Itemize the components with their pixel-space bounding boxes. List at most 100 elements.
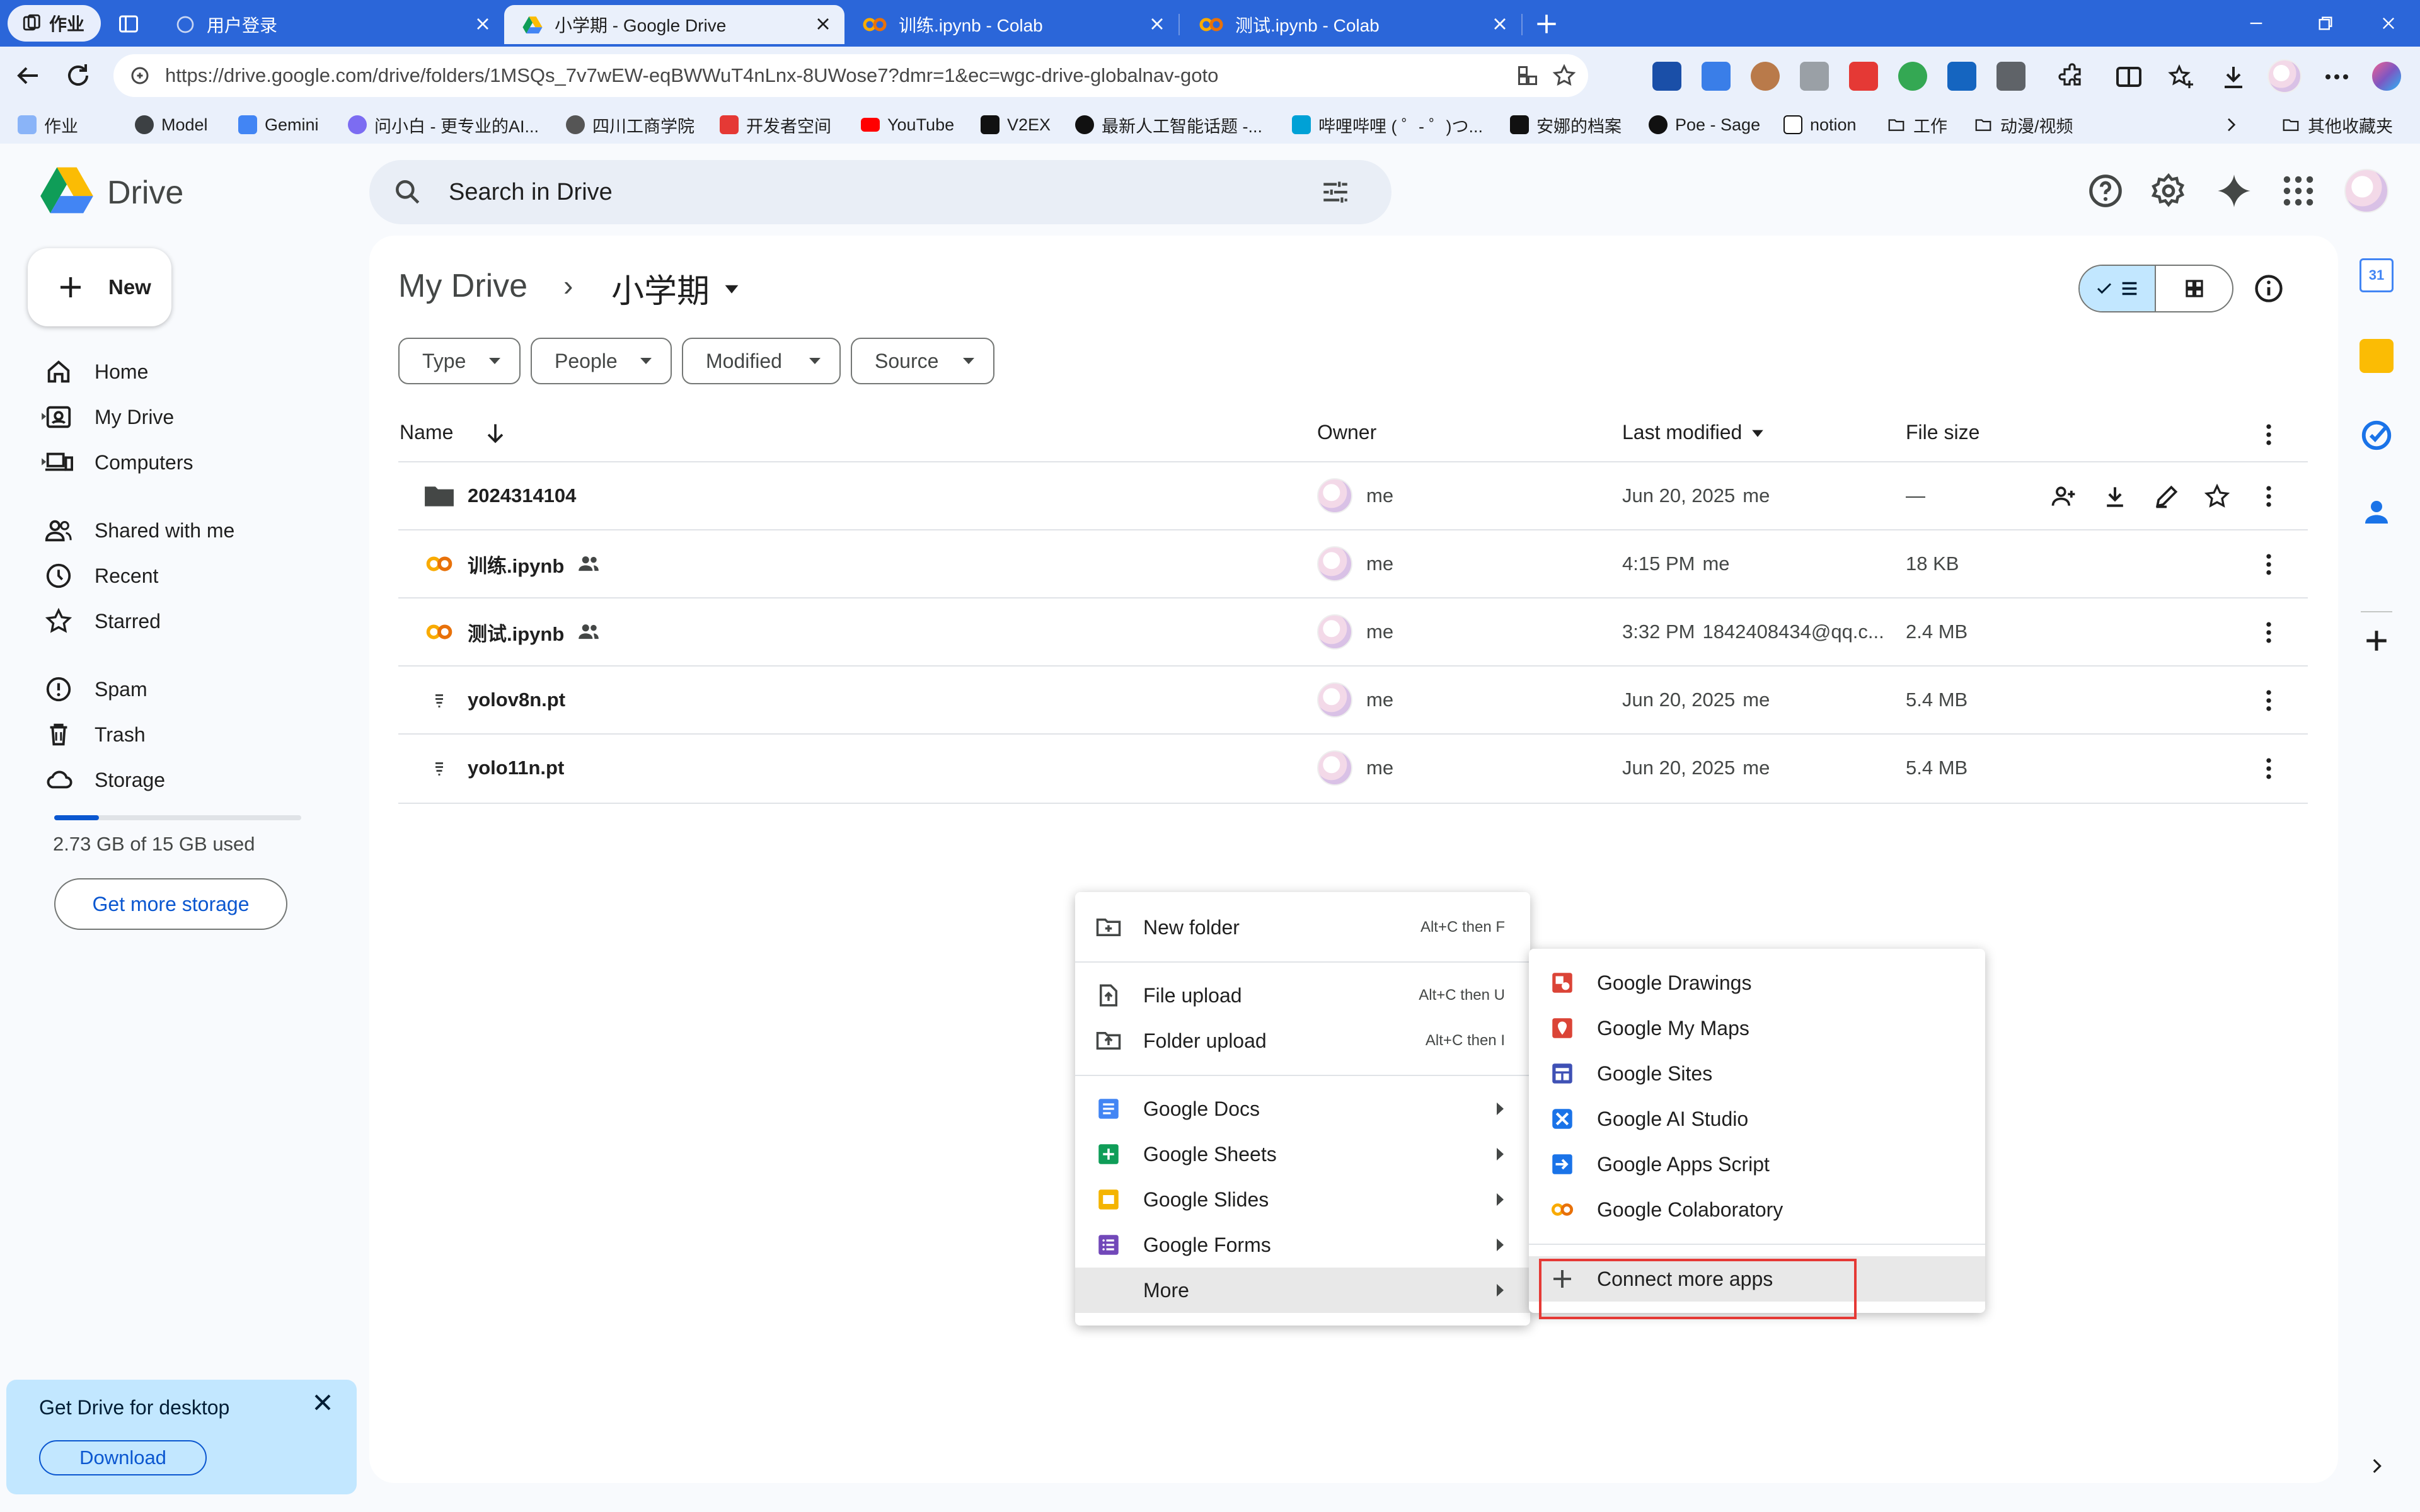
menu-item-google-ai-studio[interactable]: Google AI Studio — [1529, 1096, 1985, 1142]
more-menu-icon[interactable] — [2322, 62, 2352, 92]
nav-computers[interactable]: Computers — [44, 442, 193, 483]
bookmark-item[interactable]: V2EX — [981, 112, 1051, 137]
calendar-icon[interactable]: 31 — [2360, 258, 2394, 292]
filter-people[interactable]: People — [531, 338, 672, 384]
column-header-file-size[interactable]: File size — [1906, 421, 1979, 444]
address-bar[interactable]: https://drive.google.com/drive/folders/1… — [113, 54, 1588, 97]
close-tab-icon[interactable] — [1490, 14, 1510, 34]
other-bookmarks[interactable]: 其他收藏夹 — [2281, 112, 2393, 137]
profile-avatar[interactable] — [2267, 59, 2302, 93]
extension-2-icon[interactable] — [1702, 62, 1731, 91]
bookmark-item[interactable]: 安娜的档案 — [1510, 112, 1622, 137]
more-vert-icon[interactable] — [2255, 755, 2283, 782]
sort-arrow-down-icon[interactable] — [480, 420, 510, 447]
file-row[interactable]: yolov8n.pt me Jun 20, 2025 me 5.4 MB — [398, 667, 2308, 733]
downloads-icon[interactable] — [2218, 62, 2249, 92]
bookmark-star-icon[interactable] — [1552, 63, 1577, 88]
nav-trash[interactable]: Trash — [44, 714, 146, 755]
get-more-storage-button[interactable]: Get more storage — [54, 878, 287, 930]
tab-user-login[interactable]: 用户登录 — [158, 5, 504, 44]
split-view-icon[interactable] — [2114, 62, 2144, 92]
workspace-button[interactable]: 作业 — [8, 5, 101, 42]
bookmark-item[interactable]: 四川工商学院 — [566, 112, 694, 137]
copilot-icon[interactable] — [2372, 62, 2401, 91]
nav-recent[interactable]: Recent — [44, 556, 158, 596]
search-options-icon[interactable] — [1320, 176, 1351, 208]
app-install-icon[interactable] — [1516, 64, 1539, 87]
new-button[interactable]: New — [28, 248, 171, 326]
bookmark-item[interactable]: 哔哩哔哩 ( ゜- ゜)つ... — [1292, 112, 1483, 137]
bookmark-item[interactable]: 动漫/视频 — [1974, 112, 2073, 137]
close-tab-icon[interactable] — [1147, 14, 1167, 34]
extension-camera-icon[interactable] — [1800, 62, 1829, 91]
tab-drive[interactable]: 小学期 - Google Drive — [504, 5, 844, 44]
drive-logo-text[interactable]: Drive — [107, 174, 183, 212]
site-info-icon[interactable] — [129, 64, 151, 87]
extension-fe-icon[interactable] — [1849, 62, 1878, 91]
tasks-icon[interactable] — [2360, 418, 2394, 452]
contacts-icon[interactable] — [2360, 495, 2394, 529]
apps-grid-icon[interactable] — [2279, 171, 2318, 210]
menu-item-google-forms[interactable]: Google Forms — [1075, 1222, 1530, 1268]
menu-item-google-sheets[interactable]: Google Sheets — [1075, 1131, 1530, 1177]
breadcrumb-root[interactable]: My Drive — [398, 267, 527, 305]
breadcrumb-current-folder[interactable]: 小学期 — [611, 265, 740, 312]
bookmark-item[interactable]: notion — [1783, 112, 1857, 137]
add-addon-icon[interactable] — [2360, 624, 2394, 658]
close-window-button[interactable] — [2351, 0, 2420, 47]
filter-type[interactable]: Type — [398, 338, 521, 384]
minimize-button[interactable] — [2218, 0, 2294, 47]
bookmark-item[interactable]: Gemini — [238, 112, 319, 137]
nav-starred[interactable]: Starred — [44, 601, 161, 641]
tab-colab-test[interactable]: 测试.ipynb - Colab — [1181, 5, 1521, 44]
column-header-owner[interactable]: Owner — [1317, 421, 1376, 444]
menu-item-more[interactable]: More — [1075, 1268, 1530, 1313]
grid-view-button[interactable] — [2156, 266, 2232, 311]
menu-item-google-drawings[interactable]: Google Drawings — [1529, 960, 1985, 1005]
more-vert-icon[interactable] — [2255, 483, 2283, 510]
star-icon[interactable] — [2203, 483, 2231, 510]
download-icon[interactable] — [2101, 483, 2129, 510]
extensions-puzzle-icon[interactable] — [2057, 62, 2087, 92]
search-icon[interactable] — [392, 176, 424, 208]
nav-home[interactable]: Home — [44, 352, 148, 392]
settings-gear-icon[interactable] — [2149, 171, 2188, 210]
download-button[interactable]: Download — [39, 1440, 207, 1475]
bookmark-item[interactable]: Model — [135, 112, 208, 137]
bookmark-item[interactable]: 最新人工智能话题 -... — [1075, 112, 1262, 137]
new-tab-icon[interactable] — [1533, 10, 1560, 38]
bookmark-item[interactable]: 问小白 - 更专业的AI... — [348, 112, 539, 137]
search-input[interactable]: Search in Drive — [369, 160, 1392, 224]
menu-item-google-sites[interactable]: Google Sites — [1529, 1051, 1985, 1096]
help-icon[interactable] — [2086, 171, 2125, 210]
menu-item-google-slides[interactable]: Google Slides — [1075, 1177, 1530, 1222]
bookmark-item[interactable]: 工作 — [1887, 112, 1947, 137]
close-tab-icon[interactable] — [473, 14, 493, 34]
bookmark-item[interactable]: Poe - Sage — [1649, 112, 1760, 137]
menu-item-google-apps-script[interactable]: Google Apps Script — [1529, 1142, 1985, 1187]
share-add-person-icon[interactable] — [2049, 483, 2077, 510]
file-row[interactable]: 2024314104 me Jun 20, 2025 me — — [398, 462, 2308, 529]
menu-item-google-colaboratory[interactable]: Google Colaboratory — [1529, 1187, 1985, 1232]
nav-shared-with-me[interactable]: Shared with me — [44, 510, 234, 551]
translate-extension-icon[interactable] — [1997, 62, 2025, 91]
list-view-button[interactable] — [2080, 266, 2157, 311]
file-row[interactable]: yolo11n.pt me Jun 20, 2025 me 5.4 MB — [398, 735, 2308, 801]
nav-storage[interactable]: Storage — [44, 760, 165, 800]
file-row[interactable]: 测试.ipynb me 3:32 PM 1842408434@qq.c... 2.… — [398, 598, 2308, 665]
more-vert-icon[interactable] — [2255, 687, 2283, 714]
column-header-last-modified[interactable]: Last modified — [1622, 421, 1765, 444]
extension-5-icon[interactable] — [1898, 62, 1927, 91]
back-icon[interactable] — [13, 60, 43, 91]
more-vert-icon[interactable] — [2255, 421, 2283, 449]
menu-item-new-folder[interactable]: New folder Alt+C then F — [1075, 905, 1530, 950]
info-icon[interactable] — [2252, 272, 2285, 305]
account-avatar[interactable] — [2344, 169, 2388, 213]
bookmark-item[interactable]: 作业 — [18, 112, 78, 137]
extension-3-icon[interactable] — [1751, 62, 1780, 91]
expand-panel-icon[interactable] — [2366, 1455, 2387, 1477]
close-tab-icon[interactable] — [813, 14, 833, 34]
filter-modified[interactable]: Modified — [682, 338, 841, 384]
more-vert-icon[interactable] — [2255, 551, 2283, 578]
favorites-icon[interactable] — [2167, 62, 2197, 92]
